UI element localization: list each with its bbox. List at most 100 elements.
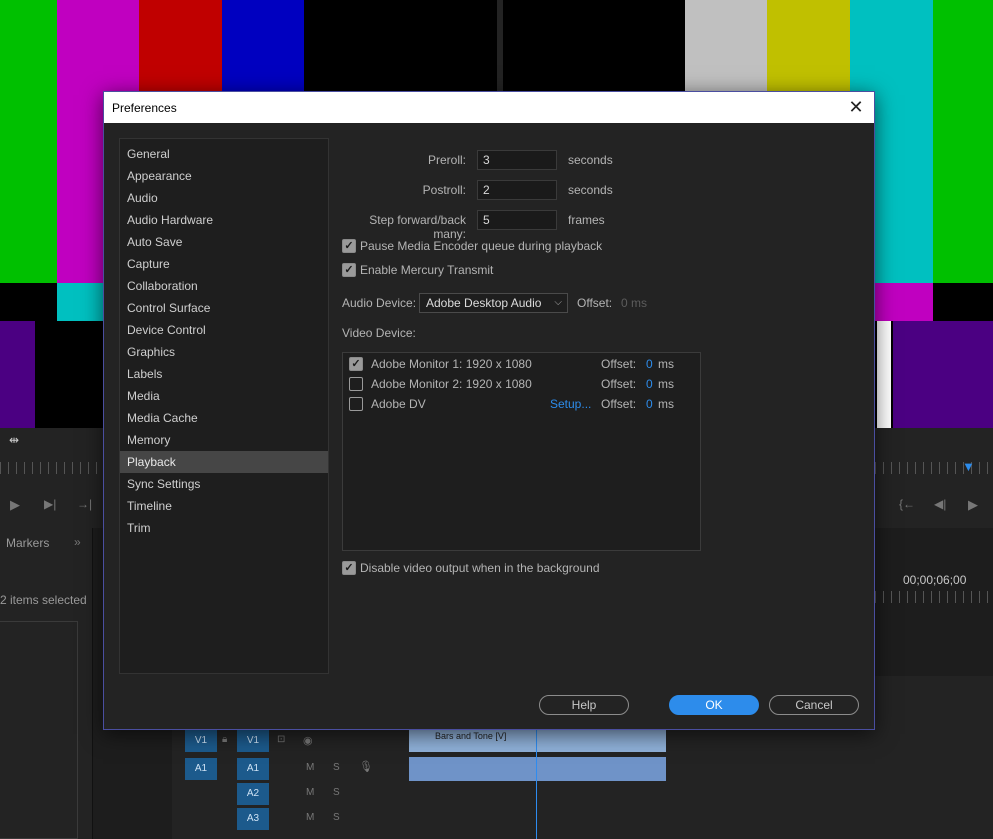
- track-target-a2[interactable]: A2: [237, 783, 269, 805]
- ok-button[interactable]: OK: [669, 695, 759, 715]
- track-source-v1[interactable]: V1: [185, 730, 217, 752]
- step-forward-icon[interactable]: ▶|: [44, 497, 56, 511]
- close-icon[interactable]: ✕: [846, 97, 866, 117]
- cancel-button[interactable]: Cancel: [769, 695, 859, 715]
- postroll-field[interactable]: 2: [477, 180, 557, 200]
- mic-icon[interactable]: 🎙︎: [359, 760, 373, 773]
- nav-item-auto-save[interactable]: Auto Save: [120, 231, 328, 253]
- video-device-checkbox[interactable]: ✓: [349, 357, 363, 371]
- video-offset-value[interactable]: 0: [646, 377, 653, 391]
- preroll-field[interactable]: 3: [477, 150, 557, 170]
- nav-item-device-control[interactable]: Device Control: [120, 319, 328, 341]
- timeline-timecode: 00;00;06;00: [903, 573, 967, 587]
- postroll-unit: seconds: [568, 183, 613, 197]
- program-ruler[interactable]: [875, 462, 993, 474]
- track-source-a1[interactable]: A1: [185, 758, 217, 780]
- postroll-label: Postroll:: [422, 183, 466, 197]
- video-offset-unit: ms: [658, 357, 674, 371]
- nav-item-audio[interactable]: Audio: [120, 187, 328, 209]
- preferences-dialog: Preferences ✕ General Appearance Audio A…: [103, 91, 875, 730]
- preferences-nav: General Appearance Audio Audio Hardware …: [119, 138, 329, 674]
- video-offset-label: Offset:: [601, 377, 637, 391]
- video-device-row[interactable]: ✓ Adobe Monitor 1: 1920 x 1080 Offset: 0…: [349, 356, 694, 372]
- clip-label: Bars and Tone [V]: [435, 731, 507, 741]
- nav-item-media-cache[interactable]: Media Cache: [120, 407, 328, 429]
- nav-item-media[interactable]: Media: [120, 385, 328, 407]
- track-target-v1[interactable]: V1: [237, 730, 269, 752]
- nav-item-capture[interactable]: Capture: [120, 253, 328, 275]
- audio-clip[interactable]: [409, 757, 666, 781]
- step-field[interactable]: 5: [477, 210, 557, 230]
- nav-item-trim[interactable]: Trim: [120, 517, 328, 539]
- nav-item-appearance[interactable]: Appearance: [120, 165, 328, 187]
- nav-item-collaboration[interactable]: Collaboration: [120, 275, 328, 297]
- mercury-label: Enable Mercury Transmit: [360, 263, 494, 277]
- video-device-row[interactable]: Adobe Monitor 2: 1920 x 1080 Offset: 0 m…: [349, 376, 694, 392]
- panel-menu-chevron-icon[interactable]: »: [74, 535, 81, 549]
- video-device-label: Video Device:: [342, 326, 416, 340]
- step-unit: frames: [568, 213, 605, 227]
- nav-item-audio-hardware[interactable]: Audio Hardware: [120, 209, 328, 231]
- audio-offset-value: 0 ms: [621, 296, 648, 310]
- eye-icon[interactable]: ◉: [303, 734, 313, 747]
- audio-device-label: Audio Device:: [342, 296, 417, 310]
- chevron-down-icon: ⌵: [554, 297, 562, 308]
- lock-icon[interactable]: 🔒︎: [222, 734, 227, 745]
- nav-item-timeline[interactable]: Timeline: [120, 495, 328, 517]
- audio-device-select[interactable]: Adobe Desktop Audio ⌵: [419, 293, 568, 313]
- nav-item-memory[interactable]: Memory: [120, 429, 328, 451]
- video-device-list[interactable]: ✓ Adobe Monitor 1: 1920 x 1080 Offset: 0…: [342, 352, 701, 551]
- nav-item-playback[interactable]: Playback: [120, 451, 328, 473]
- video-device-name: Adobe Monitor 1: 1920 x 1080: [371, 357, 532, 371]
- video-device-row[interactable]: Adobe DV Setup... Offset: 0 ms: [349, 396, 694, 412]
- pause-encoder-checkbox-row[interactable]: ✓ Pause Media Encoder queue during playb…: [342, 239, 602, 253]
- preroll-unit: seconds: [568, 153, 613, 167]
- step-back-icon[interactable]: ◀|: [934, 497, 946, 511]
- audio-offset-label: Offset:: [577, 296, 613, 310]
- mute-a3-button[interactable]: M: [306, 812, 314, 823]
- playhead-marker-icon[interactable]: ▼: [962, 459, 975, 474]
- dialog-titlebar[interactable]: Preferences ✕: [104, 92, 874, 123]
- markers-tab[interactable]: Markers: [6, 536, 49, 550]
- sync-lock-icon[interactable]: ⊡: [277, 734, 285, 745]
- video-offset-value[interactable]: 0: [646, 357, 653, 371]
- preroll-label: Preroll:: [427, 153, 466, 167]
- video-offset-label: Offset:: [601, 397, 637, 411]
- nav-item-sync-settings[interactable]: Sync Settings: [120, 473, 328, 495]
- pause-encoder-checkbox[interactable]: ✓: [342, 239, 356, 253]
- play-icon[interactable]: ▶: [10, 497, 20, 513]
- mercury-checkbox-row[interactable]: ✓ Enable Mercury Transmit: [342, 263, 493, 277]
- nav-item-graphics[interactable]: Graphics: [120, 341, 328, 363]
- pause-encoder-label: Pause Media Encoder queue during playbac…: [360, 239, 603, 253]
- nav-item-general[interactable]: General: [120, 143, 328, 165]
- mercury-checkbox[interactable]: ✓: [342, 263, 356, 277]
- track-target-a3[interactable]: A3: [237, 808, 269, 830]
- timeline-ruler[interactable]: [875, 591, 993, 603]
- setup-link[interactable]: Setup...: [550, 397, 591, 411]
- video-offset-label: Offset:: [601, 357, 637, 371]
- play-program-icon[interactable]: ▶: [968, 497, 978, 513]
- video-clip[interactable]: Bars and Tone [V]: [409, 728, 666, 752]
- solo-a1-button[interactable]: S: [333, 762, 340, 773]
- mute-a2-button[interactable]: M: [306, 787, 314, 798]
- video-device-name: Adobe DV: [371, 397, 426, 411]
- track-target-a1[interactable]: A1: [237, 758, 269, 780]
- nav-item-labels[interactable]: Labels: [120, 363, 328, 385]
- help-button[interactable]: Help: [539, 695, 629, 715]
- video-device-checkbox[interactable]: [349, 397, 363, 411]
- disable-output-label: Disable video output when in the backgro…: [360, 561, 600, 575]
- wave-icon[interactable]: ⇹: [9, 433, 19, 447]
- disable-output-checkbox-row[interactable]: ✓ Disable video output when in the backg…: [342, 561, 600, 575]
- solo-a2-button[interactable]: S: [333, 787, 340, 798]
- solo-a3-button[interactable]: S: [333, 812, 340, 823]
- video-offset-unit: ms: [658, 377, 674, 391]
- source-ruler[interactable]: [0, 462, 103, 474]
- project-list[interactable]: [0, 621, 78, 839]
- nav-item-control-surface[interactable]: Control Surface: [120, 297, 328, 319]
- video-device-checkbox[interactable]: [349, 377, 363, 391]
- mute-a1-button[interactable]: M: [306, 762, 314, 773]
- go-to-out-icon[interactable]: →|: [77, 497, 92, 511]
- video-offset-value[interactable]: 0: [646, 397, 653, 411]
- disable-output-checkbox[interactable]: ✓: [342, 561, 356, 575]
- go-to-in-icon[interactable]: {←: [899, 497, 915, 511]
